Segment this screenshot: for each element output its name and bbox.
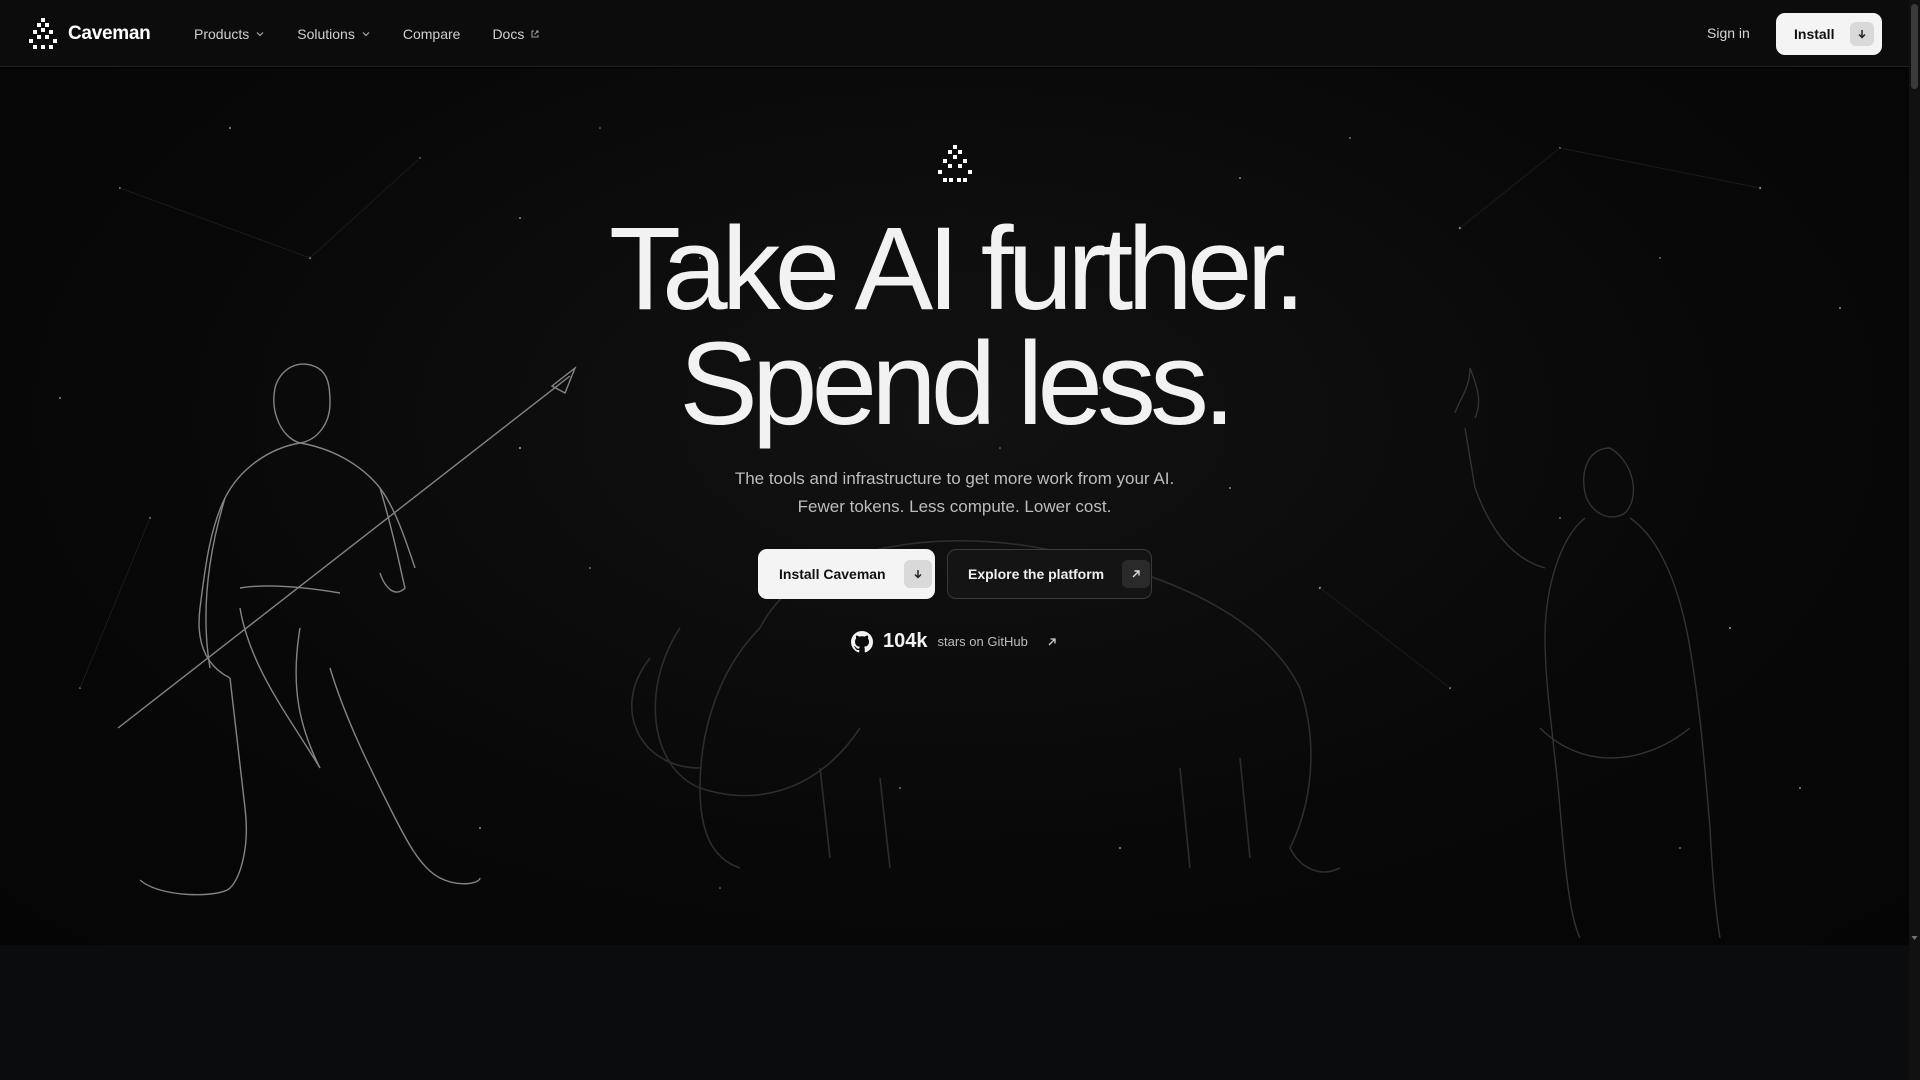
hero-headline-line-1: Take AI further. (608, 203, 1306, 335)
next-section (0, 945, 1909, 1080)
explore-platform-label: Explore the platform (968, 566, 1105, 582)
sign-in-link[interactable]: Sign in (1707, 25, 1750, 41)
github-icon (851, 630, 873, 652)
nav-item-label: Docs (492, 25, 525, 42)
arrow-up-right-icon (1048, 637, 1056, 645)
nav-item-label: Solutions (297, 25, 355, 42)
install-caveman-label: Install Caveman (779, 566, 886, 582)
github-stars-text: stars on GitHub (937, 634, 1028, 649)
brand-link[interactable]: Caveman (28, 17, 151, 51)
install-button-label: Install (1794, 26, 1835, 42)
nav-item-solutions[interactable]: Solutions (297, 26, 371, 42)
chevron-down-icon (362, 31, 370, 36)
nav-item-label: Products (194, 25, 250, 42)
install-button[interactable]: Install (1776, 13, 1882, 55)
nav-item-label: Compare (402, 25, 461, 42)
hero-headline-line-2: Spend less. (679, 318, 1236, 450)
main-menu: Products Solutions Compare Docs (194, 0, 540, 67)
arrow-up-right-icon (1122, 560, 1151, 588)
scroll-down-arrow-icon[interactable] (1911, 934, 1918, 942)
chevron-down-icon (256, 31, 264, 36)
hero-section: Take AI further. Spend less. The tools a… (0, 68, 1909, 945)
caveman-hero-logo-icon (938, 145, 972, 182)
nav-item-products[interactable]: Products (194, 26, 265, 42)
download-icon (1850, 22, 1875, 46)
caveman-logo-icon (29, 18, 57, 49)
download-icon (903, 560, 932, 588)
top-navbar: Caveman Products Solutions Compare Docs … (0, 0, 1909, 67)
external-link-icon (531, 29, 539, 38)
hero-subtitle-line-1: The tools and infrastructure to get more… (734, 469, 1175, 488)
github-stars-link[interactable]: 104k stars on GitHub (851, 630, 1058, 653)
github-star-count: 104k (883, 630, 928, 652)
hero-subtitle-line-2: Fewer tokens. Less compute. Lower cost. (797, 497, 1112, 516)
nav-item-compare[interactable]: Compare (403, 26, 461, 42)
page-scrollbar[interactable] (1909, 0, 1920, 1080)
explore-platform-button[interactable]: Explore the platform (947, 549, 1152, 599)
install-caveman-button[interactable]: Install Caveman (758, 549, 935, 599)
brand-name: Caveman (68, 23, 151, 44)
nav-item-docs[interactable]: Docs (492, 26, 540, 42)
scrollbar-thumb[interactable] (1911, 4, 1918, 89)
